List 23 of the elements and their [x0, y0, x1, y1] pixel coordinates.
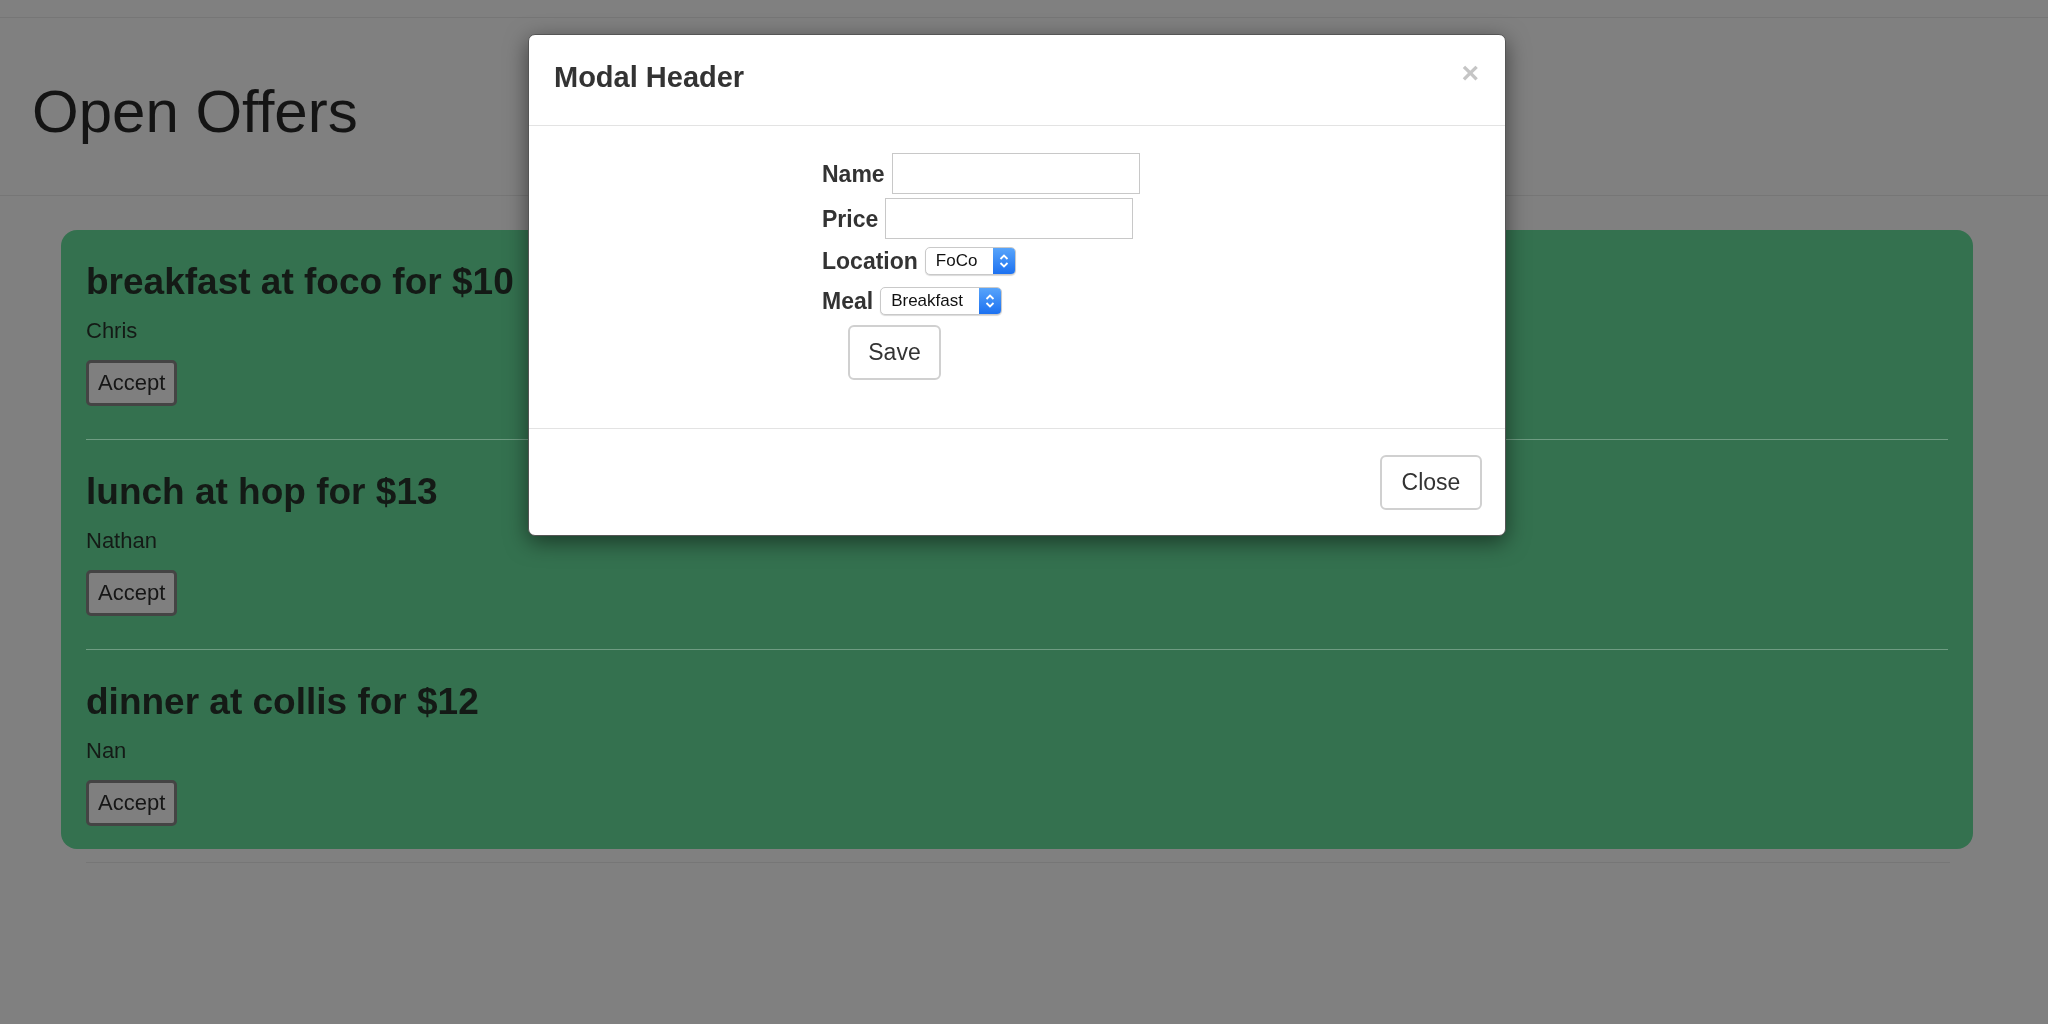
- accept-button[interactable]: Accept: [86, 780, 178, 826]
- field-label: Price: [822, 204, 879, 233]
- field-label: Location: [822, 247, 918, 275]
- offer-title: breakfast at foco for $10: [86, 260, 514, 304]
- input-field[interactable]: [885, 198, 1134, 239]
- stepper-icon: [984, 293, 995, 309]
- offer-title: dinner at collis for $12: [86, 680, 479, 724]
- offer-name: Nathan: [86, 527, 157, 555]
- input-field[interactable]: [891, 153, 1140, 194]
- close-button[interactable]: Close: [1380, 454, 1482, 510]
- accept-button[interactable]: Accept: [86, 360, 178, 406]
- save-button[interactable]: Save: [848, 325, 941, 380]
- field-label: Name: [822, 159, 885, 188]
- offer-name: Chris: [86, 317, 138, 345]
- page-title: Open Offers: [32, 77, 358, 147]
- offer-title: lunch at hop for $13: [86, 470, 438, 514]
- select-dropdown[interactable]: FoCo: [924, 247, 1017, 275]
- offer-name: Nan: [86, 737, 127, 765]
- select-dropdown[interactable]: Breakfast: [880, 287, 1002, 315]
- stepper-icon: [999, 253, 1010, 269]
- field-label: Meal: [822, 287, 874, 315]
- modal-title: Modal Header: [554, 60, 745, 94]
- accept-button[interactable]: Accept: [86, 570, 178, 616]
